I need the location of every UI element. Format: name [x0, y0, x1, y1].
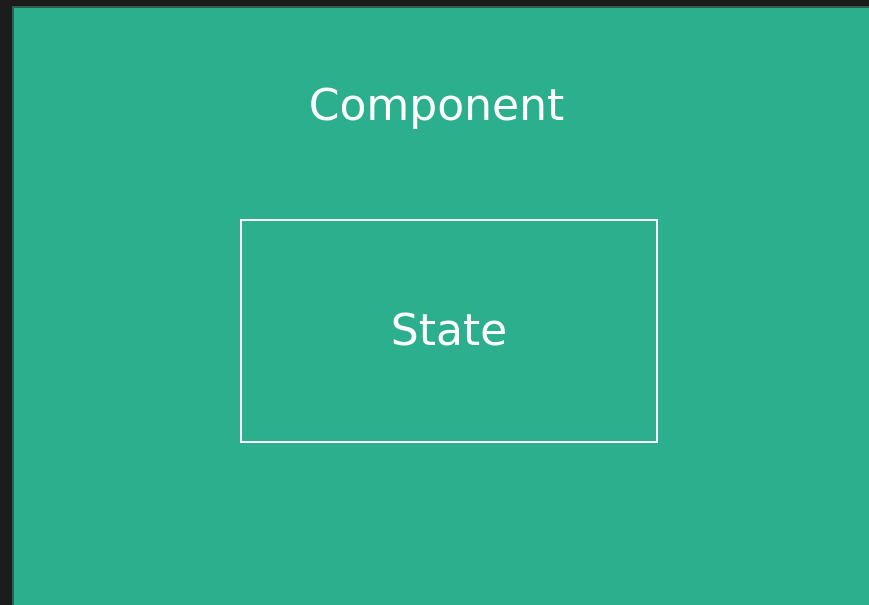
component-label: Component	[308, 80, 565, 131]
state-box: State	[240, 219, 658, 443]
component-box: Component State	[12, 6, 869, 605]
state-label: State	[390, 305, 508, 356]
